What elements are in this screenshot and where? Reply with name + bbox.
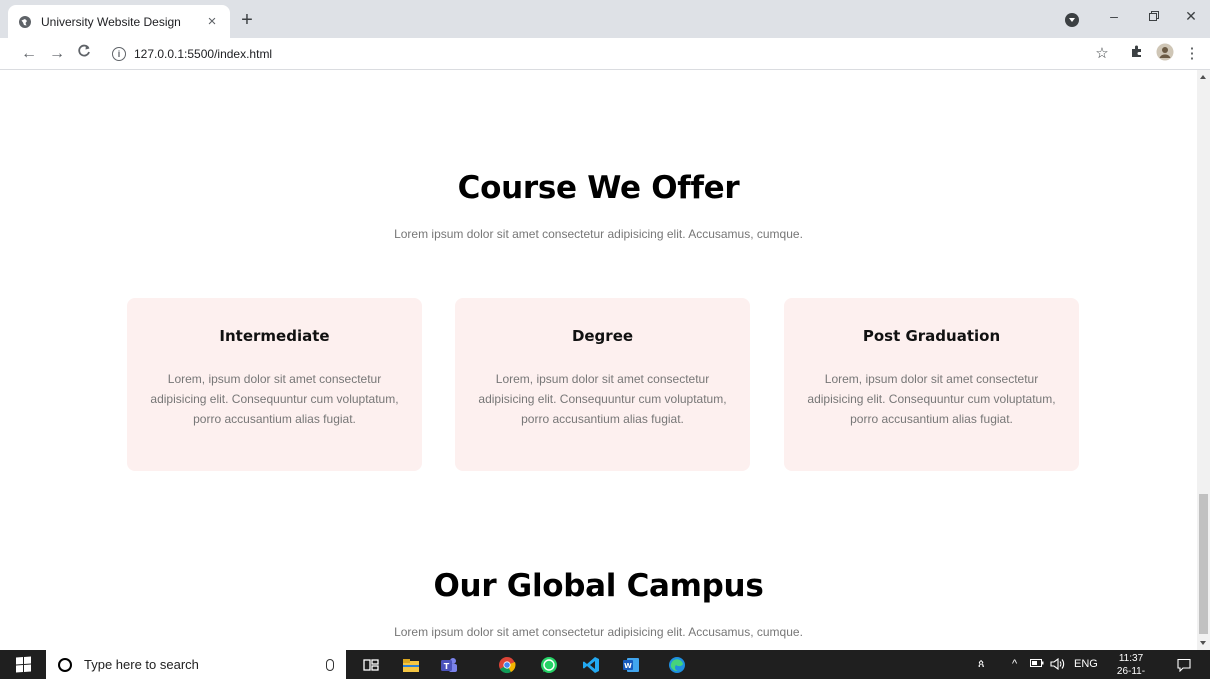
people-icon[interactable]: ጰ xyxy=(978,658,985,671)
browser-tab[interactable]: University Website Design × xyxy=(8,5,230,38)
tab-search-icon[interactable] xyxy=(1065,13,1079,27)
svg-text:W: W xyxy=(624,662,632,670)
start-button[interactable] xyxy=(0,650,46,679)
scroll-up-arrow-icon[interactable] xyxy=(1200,75,1206,79)
scrollbar-thumb[interactable] xyxy=(1199,494,1208,634)
windows-taskbar: Type here to search T W ጰ ^ ENG 11:37 26… xyxy=(0,650,1210,690)
minimize-icon[interactable]: – xyxy=(1104,8,1124,24)
battery-icon[interactable] xyxy=(1030,658,1044,671)
courses-subtitle: Lorem ipsum dolor sit amet consectetur a… xyxy=(394,227,803,241)
courses-title: Course We Offer xyxy=(457,170,740,206)
course-card-text: Lorem, ipsum dolor sit amet consectetur … xyxy=(807,372,1056,426)
page-viewport: Course We Offer Lorem ipsum dolor sit am… xyxy=(0,70,1197,650)
course-card-degree: Degree Lorem, ipsum dolor sit amet conse… xyxy=(455,298,750,471)
edge-icon[interactable] xyxy=(666,654,688,676)
new-tab-button[interactable]: + xyxy=(236,9,258,31)
windows-logo-icon xyxy=(15,656,31,673)
file-explorer-icon[interactable] xyxy=(400,654,422,676)
info-icon[interactable]: i xyxy=(112,47,126,61)
browser-toolbar: ← → i 127.0.0.1:5500/index.html ☆ ⋮ xyxy=(0,38,1210,70)
browser-tab-bar: University Website Design × + – ✕ xyxy=(0,0,1210,38)
course-card-title: Degree xyxy=(571,327,634,345)
forward-button[interactable]: → xyxy=(46,43,68,65)
globe-icon xyxy=(18,15,32,29)
campus-subtitle: Lorem ipsum dolor sit amet consectetur a… xyxy=(394,625,803,639)
scroll-down-arrow-icon[interactable] xyxy=(1200,641,1206,645)
svg-text:T: T xyxy=(444,662,450,671)
course-card-title: Post Graduation xyxy=(862,327,1001,345)
campus-title: Our Global Campus xyxy=(433,568,764,604)
course-card-text: Lorem, ipsum dolor sit amet consectetur … xyxy=(478,372,727,426)
back-button[interactable]: ← xyxy=(18,43,40,65)
tab-title: University Website Design xyxy=(41,14,181,29)
tab-close-icon[interactable]: × xyxy=(204,13,220,30)
cortana-icon xyxy=(58,657,72,672)
language-indicator[interactable]: ENG xyxy=(1074,658,1098,670)
course-card-intermediate: Intermediate Lorem, ipsum dolor sit amet… xyxy=(127,298,422,471)
profile-avatar[interactable] xyxy=(1154,43,1176,65)
taskbar-clock[interactable]: 11:37 26-11-2021 xyxy=(1106,652,1156,691)
bookmark-star-icon[interactable]: ☆ xyxy=(1091,43,1113,65)
course-card-title: Intermediate xyxy=(219,327,330,345)
taskbar-search-placeholder: Type here to search xyxy=(84,657,199,672)
vscode-icon[interactable] xyxy=(580,654,602,676)
reload-button[interactable] xyxy=(73,43,95,65)
course-card-post-graduation: Post Graduation Lorem, ipsum dolor sit a… xyxy=(784,298,1079,471)
clock-time: 11:37 xyxy=(1118,653,1144,664)
task-view-icon[interactable] xyxy=(360,654,382,676)
volume-icon[interactable] xyxy=(1050,657,1066,673)
url-text: 127.0.0.1:5500/index.html xyxy=(134,47,273,61)
extensions-icon[interactable] xyxy=(1126,43,1148,65)
menu-kebab-icon[interactable]: ⋮ xyxy=(1181,43,1203,65)
word-icon[interactable]: W xyxy=(620,654,642,676)
notifications-icon[interactable] xyxy=(1173,654,1195,676)
address-bar[interactable]: i 127.0.0.1:5500/index.html xyxy=(104,42,1114,66)
restore-icon[interactable] xyxy=(1144,8,1164,24)
teams-icon[interactable]: T xyxy=(438,654,460,676)
taskbar-search-box[interactable]: Type here to search xyxy=(46,650,346,679)
course-card-text: Lorem, ipsum dolor sit amet consectetur … xyxy=(150,372,399,426)
microphone-icon[interactable] xyxy=(326,658,334,671)
whatsapp-icon[interactable] xyxy=(538,654,560,676)
clock-date: 26-11-2021 xyxy=(1116,666,1146,690)
close-window-icon[interactable]: ✕ xyxy=(1181,8,1201,25)
show-hidden-icons-chevron-icon[interactable]: ^ xyxy=(1012,658,1017,670)
chrome-icon[interactable] xyxy=(496,654,518,676)
page-scrollbar[interactable] xyxy=(1197,70,1210,650)
